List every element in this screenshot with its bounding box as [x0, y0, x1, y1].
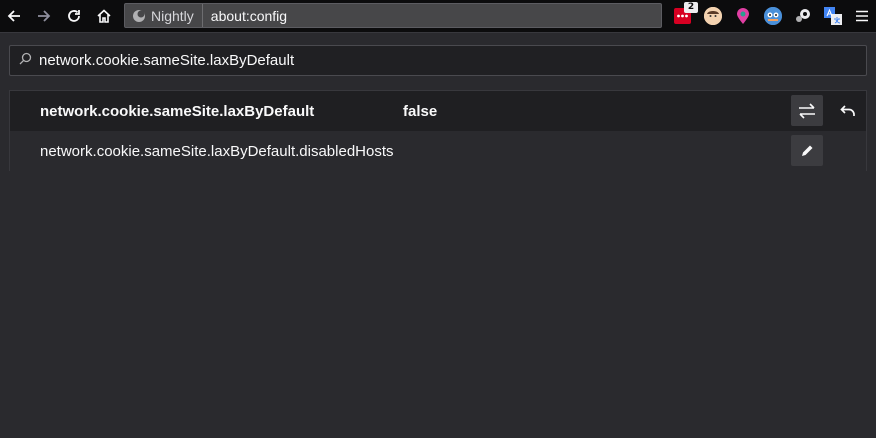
prefs-table: network.cookie.sameSite.laxByDefault fal…	[9, 90, 867, 171]
forward-button[interactable]	[32, 4, 56, 28]
home-button[interactable]	[92, 4, 116, 28]
pref-name: network.cookie.sameSite.laxByDefault	[40, 103, 315, 120]
forward-arrow-icon	[38, 10, 51, 22]
nightly-logo-icon	[133, 9, 145, 22]
bubbles-icon	[796, 9, 810, 22]
eyes-icon	[764, 7, 782, 25]
translate-icon	[824, 7, 842, 25]
search-value: network.cookie.sameSite.laxByDefault	[39, 52, 295, 69]
back-arrow-icon	[7, 10, 20, 22]
extension-dots-icon[interactable]	[794, 7, 812, 25]
edit-icon	[802, 145, 813, 156]
map-pin-icon	[737, 8, 749, 24]
extension-eyes-icon[interactable]	[764, 7, 782, 25]
identity-box[interactable]: Nightly	[125, 4, 203, 27]
identity-label: Nightly	[151, 7, 194, 24]
hamburger-icon	[856, 10, 868, 22]
browser-toolbar: Nightly about:config 2	[0, 0, 876, 33]
pref-value[interactable]: false	[403, 103, 437, 120]
home-icon	[97, 9, 111, 23]
extension-location-icon[interactable]	[734, 7, 752, 25]
search-icon	[19, 52, 32, 69]
reset-button[interactable]	[836, 99, 860, 123]
edit-button[interactable]	[791, 135, 823, 166]
table-row: network.cookie.sameSite.laxByDefault.dis…	[10, 131, 866, 171]
face-icon	[704, 7, 722, 25]
extension-badge: 2	[684, 2, 698, 13]
reload-icon	[68, 10, 80, 22]
back-button[interactable]	[2, 4, 26, 28]
menu-button[interactable]	[850, 4, 874, 28]
toggle-icon	[799, 102, 815, 119]
pref-search-input[interactable]: network.cookie.sameSite.laxByDefault	[9, 45, 867, 76]
pref-name: network.cookie.sameSite.laxByDefault.dis…	[40, 143, 394, 160]
extension-translate-icon[interactable]	[824, 7, 842, 25]
url-text: about:config	[210, 7, 288, 24]
extension-avatar-icon[interactable]	[704, 7, 722, 25]
reload-button[interactable]	[62, 4, 86, 28]
undo-icon	[840, 105, 855, 116]
table-row: network.cookie.sameSite.laxByDefault fal…	[10, 91, 866, 131]
toggle-button[interactable]	[791, 95, 823, 126]
url-bar[interactable]: Nightly about:config	[124, 3, 662, 28]
